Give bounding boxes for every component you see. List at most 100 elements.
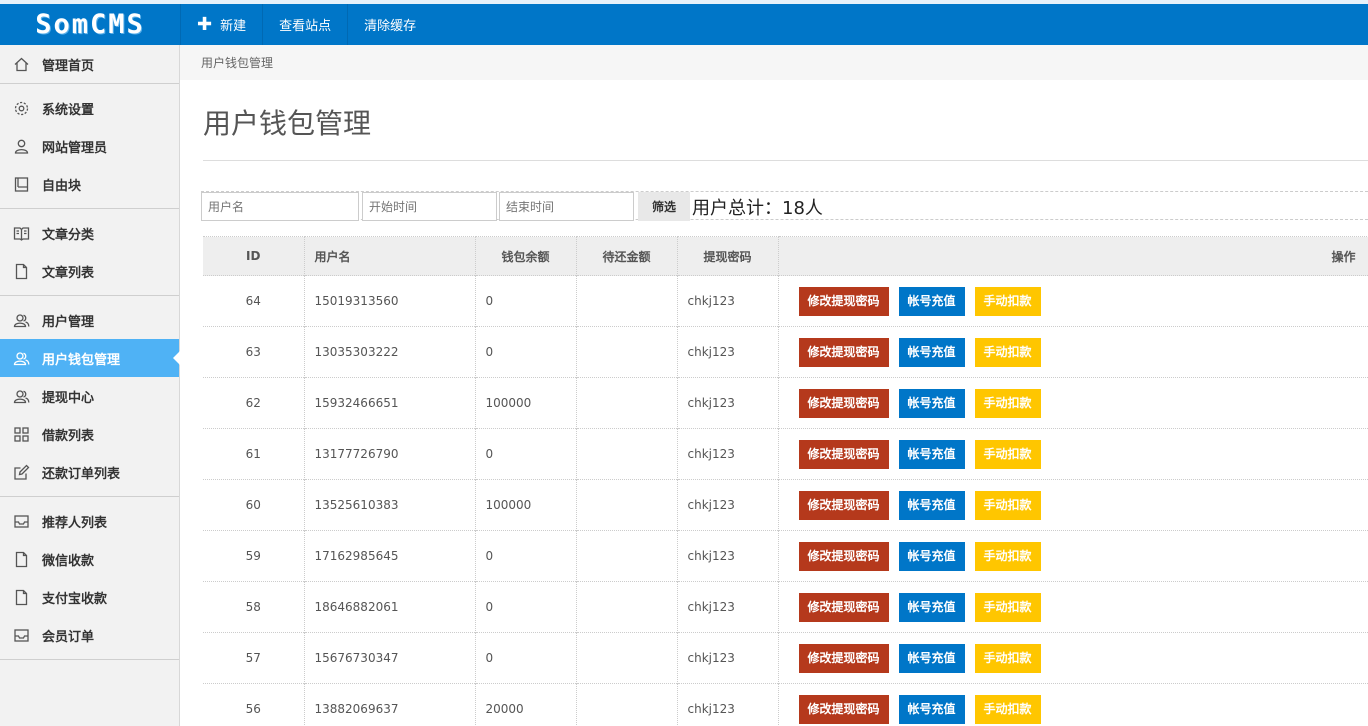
sidebar-item[interactable]: 文章分类 xyxy=(0,214,179,252)
filter-button[interactable]: 筛选 xyxy=(638,192,690,221)
sidebar-item[interactable]: 还款订单列表 xyxy=(0,453,179,491)
cell-actions: 修改提现密码 帐号充值 手动扣款 xyxy=(778,377,1368,429)
cell-actions: 修改提现密码 帐号充值 手动扣款 xyxy=(778,428,1368,480)
cell-id: 60 xyxy=(203,479,305,531)
deduct-button[interactable]: 手动扣款 xyxy=(974,439,1041,469)
sidebar-item[interactable]: 微信收款 xyxy=(0,540,179,578)
sidebar-item[interactable]: 推荐人列表 xyxy=(0,502,179,540)
cell-actions: 修改提现密码 帐号充值 手动扣款 xyxy=(778,275,1368,327)
cell-password: chkj123 xyxy=(677,581,779,633)
cell-password: chkj123 xyxy=(677,479,779,531)
cell-username: 13177726790 xyxy=(304,428,476,480)
top-nav: ✚ 新建 查看站点 清除缓存 xyxy=(180,4,432,45)
inbox-icon xyxy=(13,513,30,530)
breadcrumb-current[interactable]: 用户钱包管理 xyxy=(201,54,273,71)
sidebar-item[interactable]: 管理首页 xyxy=(0,45,179,83)
change-password-button[interactable]: 修改提现密码 xyxy=(798,694,889,724)
sidebar-item[interactable]: 系统设置 xyxy=(0,89,179,127)
sidebar-item-label: 文章列表 xyxy=(42,265,95,281)
change-password-button[interactable]: 修改提现密码 xyxy=(798,541,889,571)
table-header-row: ID 用户名 钱包余额 待还金额 提现密码 操作 xyxy=(203,236,1368,276)
users-icon xyxy=(13,388,30,405)
edit-icon xyxy=(13,464,30,481)
table-row: 62 15932466651 100000 chkj123 修改提现密码 帐号充值 手动扣款 xyxy=(203,377,1368,429)
recharge-button[interactable]: 帐号充值 xyxy=(898,643,965,673)
change-password-button[interactable]: 修改提现密码 xyxy=(798,388,889,418)
sidebar-item[interactable]: 用户管理 xyxy=(0,301,179,339)
recharge-button[interactable]: 帐号充值 xyxy=(898,439,965,469)
sidebar-group: 管理首页 xyxy=(0,45,179,84)
cell-username: 17162985645 xyxy=(304,530,476,582)
recharge-button[interactable]: 帐号充值 xyxy=(898,337,965,367)
topnav-item-2[interactable]: 清除缓存 xyxy=(347,4,432,45)
sidebar-item[interactable]: 用户钱包管理 xyxy=(0,339,180,377)
deduct-button[interactable]: 手动扣款 xyxy=(974,541,1041,571)
change-password-button[interactable]: 修改提现密码 xyxy=(798,490,889,520)
start-time-input[interactable] xyxy=(362,192,497,221)
cell-balance: 0 xyxy=(475,275,577,327)
cell-id: 64 xyxy=(203,275,305,327)
cell-id: 63 xyxy=(203,326,305,378)
sidebar-item[interactable]: 会员订单 xyxy=(0,616,179,654)
deduct-button[interactable]: 手动扣款 xyxy=(974,286,1041,316)
table-row: 61 13177726790 0 chkj123 修改提现密码 帐号充值 手动扣款 xyxy=(203,428,1368,480)
change-password-button[interactable]: 修改提现密码 xyxy=(798,286,889,316)
col-pending: 待还金额 xyxy=(576,236,678,276)
sidebar-item[interactable]: 自由块 xyxy=(0,165,179,203)
deduct-button[interactable]: 手动扣款 xyxy=(974,490,1041,520)
top-bar: SomCMS ✚ 新建 查看站点 清除缓存 xyxy=(0,0,1368,45)
cell-pending xyxy=(576,632,678,684)
change-password-button[interactable]: 修改提现密码 xyxy=(798,337,889,367)
cell-balance: 0 xyxy=(475,428,577,480)
topnav-item-0[interactable]: ✚ 新建 xyxy=(180,4,262,45)
sidebar-item[interactable]: 网站管理员 xyxy=(0,127,179,165)
cell-password: chkj123 xyxy=(677,530,779,582)
table-row: 57 15676730347 0 chkj123 修改提现密码 帐号充值 手动扣款 xyxy=(203,632,1368,684)
cell-balance: 20000 xyxy=(475,683,577,726)
sidebar-item-label: 推荐人列表 xyxy=(42,515,108,531)
cell-password: chkj123 xyxy=(677,428,779,480)
deduct-button[interactable]: 手动扣款 xyxy=(974,337,1041,367)
sidebar-item-label: 还款订单列表 xyxy=(42,466,121,482)
cell-id: 56 xyxy=(203,683,305,726)
sidebar-item-label: 自由块 xyxy=(42,178,82,194)
sidebar-item-label: 文章分类 xyxy=(42,227,95,243)
change-password-button[interactable]: 修改提现密码 xyxy=(798,643,889,673)
cell-pending xyxy=(576,275,678,327)
change-password-button[interactable]: 修改提现密码 xyxy=(798,439,889,469)
col-balance: 钱包余额 xyxy=(475,236,577,276)
change-password-button[interactable]: 修改提现密码 xyxy=(798,592,889,622)
sidebar-item-label: 微信收款 xyxy=(42,553,95,569)
user-total: 用户总计：18人 xyxy=(692,198,823,219)
inbox-icon xyxy=(13,627,30,644)
deduct-button[interactable]: 手动扣款 xyxy=(974,643,1041,673)
col-password: 提现密码 xyxy=(677,236,779,276)
deduct-button[interactable]: 手动扣款 xyxy=(974,388,1041,418)
cell-actions: 修改提现密码 帐号充值 手动扣款 xyxy=(778,326,1368,378)
logo[interactable]: SomCMS xyxy=(0,4,180,45)
topnav-item-1[interactable]: 查看站点 xyxy=(262,4,347,45)
cell-password: chkj123 xyxy=(677,326,779,378)
recharge-button[interactable]: 帐号充值 xyxy=(898,694,965,724)
page-title: 用户钱包管理 xyxy=(203,107,372,140)
username-filter-input[interactable] xyxy=(201,192,359,221)
file-icon xyxy=(13,263,30,280)
table-row: 59 17162985645 0 chkj123 修改提现密码 帐号充值 手动扣款 xyxy=(203,530,1368,582)
recharge-button[interactable]: 帐号充值 xyxy=(898,286,965,316)
cell-pending xyxy=(576,326,678,378)
cell-actions: 修改提现密码 帐号充值 手动扣款 xyxy=(778,581,1368,633)
sidebar-item[interactable]: 借款列表 xyxy=(0,415,179,453)
cell-pending xyxy=(576,530,678,582)
recharge-button[interactable]: 帐号充值 xyxy=(898,541,965,571)
recharge-button[interactable]: 帐号充值 xyxy=(898,592,965,622)
end-time-input[interactable] xyxy=(499,192,634,221)
deduct-button[interactable]: 手动扣款 xyxy=(974,592,1041,622)
sidebar-item[interactable]: 支付宝收款 xyxy=(0,578,179,616)
sidebar-item[interactable]: 文章列表 xyxy=(0,252,179,290)
topnav-label: 新建 xyxy=(220,19,247,34)
recharge-button[interactable]: 帐号充值 xyxy=(898,388,965,418)
deduct-button[interactable]: 手动扣款 xyxy=(974,694,1041,724)
sidebar-item[interactable]: 提现中心 xyxy=(0,377,179,415)
cell-actions: 修改提现密码 帐号充值 手动扣款 xyxy=(778,632,1368,684)
recharge-button[interactable]: 帐号充值 xyxy=(898,490,965,520)
